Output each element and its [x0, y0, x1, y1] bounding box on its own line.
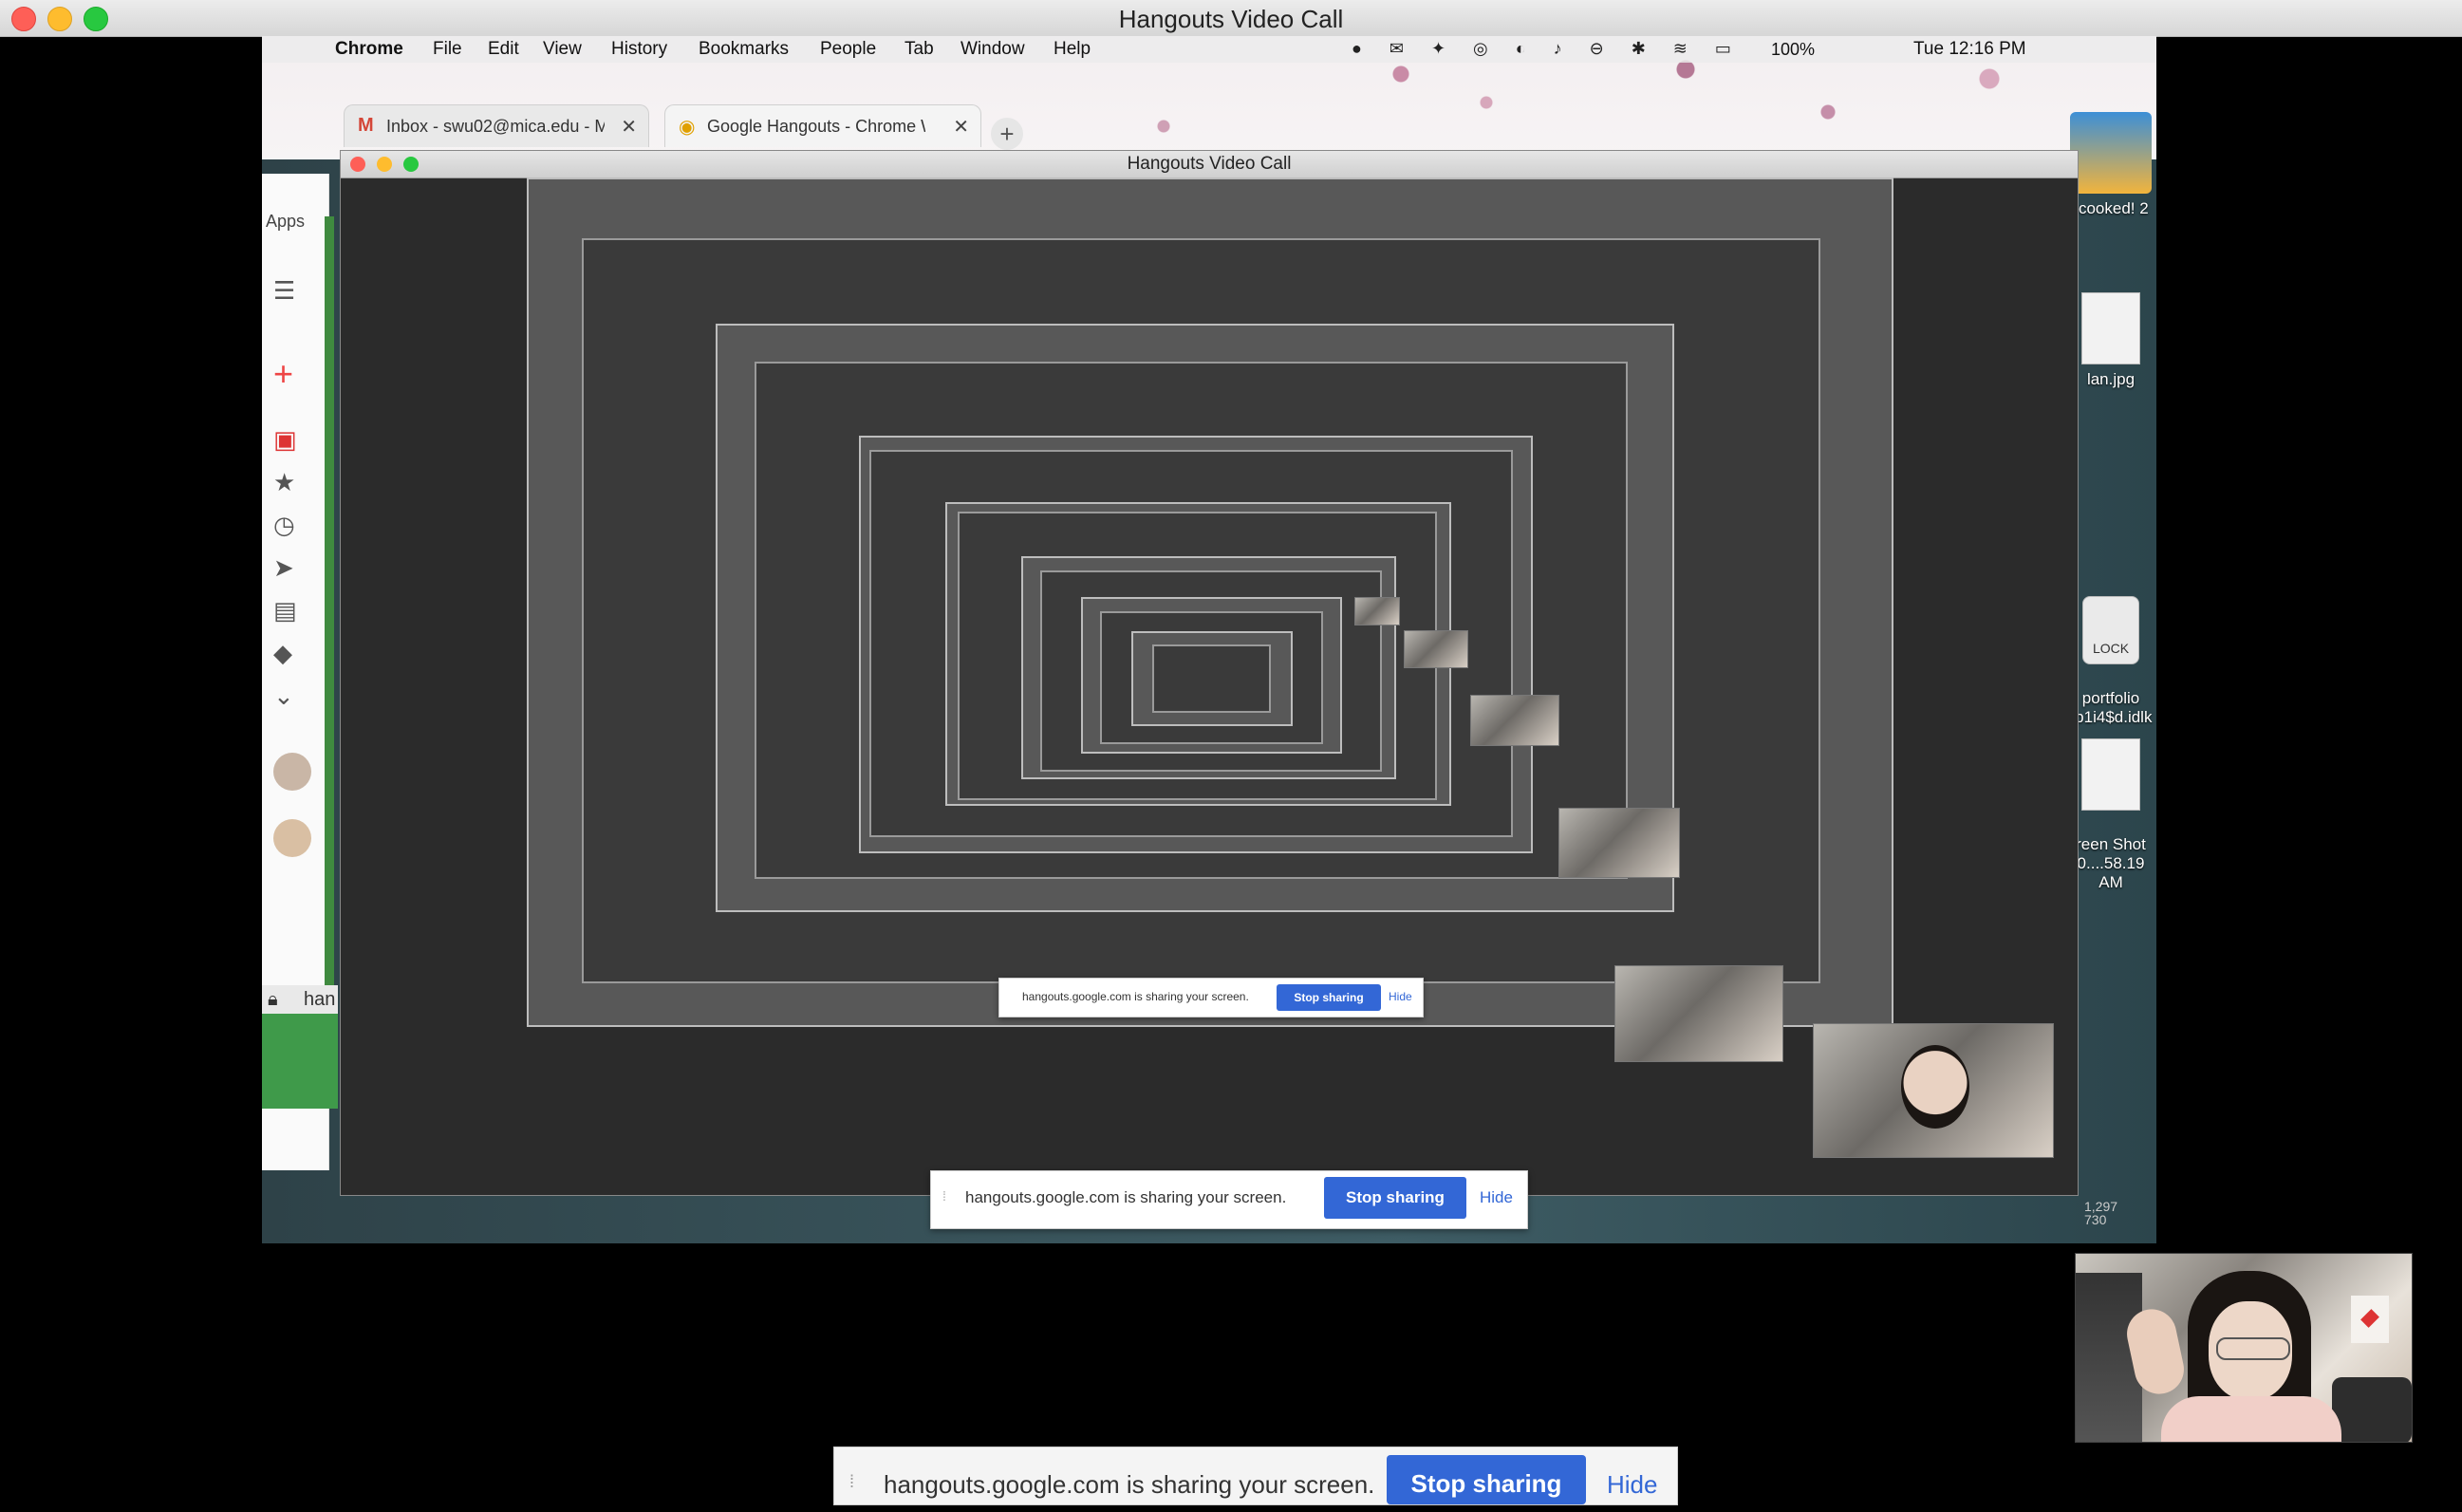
screenshot-file-icon — [2081, 738, 2140, 811]
stop-sharing-button[interactable]: Stop sharing — [1277, 984, 1381, 1011]
desktop-item-screenshot[interactable]: reen Shot 0....58.19 AM — [2065, 719, 2156, 892]
battery-percentage: 100% — [1771, 40, 1816, 59]
close-icon[interactable]: ✕ — [621, 115, 637, 139]
tab-google-hangouts[interactable]: ◉ Google Hangouts - Chrome W ✕ — [664, 104, 981, 147]
label-icon[interactable]: ◆ — [273, 639, 292, 668]
menu-help[interactable]: Help — [1054, 39, 1091, 60]
chrome-icon: ◉ — [679, 117, 696, 138]
inner-hangouts-window: Hangouts Video Call hangouts.google.com … — [340, 150, 2079, 1196]
avatar[interactable] — [273, 819, 311, 857]
new-tab-button[interactable]: + — [991, 118, 1023, 150]
inner-titlebar: Hangouts Video Call — [341, 151, 2078, 178]
close-icon[interactable]: ✕ — [953, 115, 969, 139]
inner-window-title: Hangouts Video Call — [1127, 154, 1292, 174]
clock-icon[interactable]: ◷ — [273, 511, 295, 540]
menu-file[interactable]: File — [433, 39, 462, 60]
self-view-video[interactable] — [2075, 1253, 2413, 1443]
chevron-down-icon[interactable]: ⌄ — [273, 681, 294, 711]
gmail-green-footer — [262, 1014, 338, 1109]
avatar[interactable] — [273, 753, 311, 791]
inbox-icon[interactable]: ▣ — [273, 425, 297, 455]
send-icon[interactable]: ➤ — [273, 553, 294, 583]
recursive-screen-frame — [1152, 644, 1271, 713]
menu-view[interactable]: View — [543, 39, 582, 60]
menu-tab[interactable]: Tab — [905, 39, 934, 60]
stop-sharing-button[interactable]: Stop sharing — [1387, 1455, 1586, 1504]
desktop-item-game[interactable]: rcooked! 2 — [2065, 112, 2156, 218]
lock-icon: LOCK — [2082, 596, 2139, 664]
desktop-item-image[interactable]: lan.jpg — [2065, 292, 2156, 389]
hide-button[interactable]: Hide — [1607, 1470, 1657, 1500]
shared-screen-view: Chrome File Edit View History Bookmarks … — [262, 36, 2156, 1243]
menu-history[interactable]: History — [611, 39, 667, 60]
menu-people[interactable]: People — [820, 39, 876, 60]
star-icon[interactable]: ★ — [273, 468, 295, 497]
tab-inbox[interactable]: M Inbox - swu02@mica.edu - Ma ✕ — [344, 104, 649, 147]
menu-app-name[interactable]: Chrome — [335, 39, 403, 60]
desktop-item-portfolio[interactable]: LOCK portfolio -p1i4$d.idlk — [2065, 577, 2156, 727]
menu-icon[interactable]: ☰ — [273, 276, 295, 306]
participant-face — [1901, 1045, 1969, 1129]
resolution-label: 1,297 730 — [2084, 1199, 2118, 1227]
apps-link[interactable]: Apps — [266, 212, 305, 232]
browser-tab-strip: M Inbox - swu02@mica.edu - Ma ✕ ◉ Google… — [262, 101, 2156, 150]
stop-sharing-button[interactable]: Stop sharing — [1324, 1177, 1466, 1219]
participant-glasses — [2216, 1337, 2290, 1360]
nested-video-thumbnail — [1470, 695, 1559, 746]
window-title: Hangouts Video Call — [1118, 5, 1344, 33]
compose-icon[interactable]: + — [273, 354, 293, 394]
status-icons: ● ✉ ✦ ◎ ◐ ♪ ⊖ ✱ ≋ ▭ — [1352, 39, 1743, 58]
nested-video-thumbnail — [1614, 965, 1783, 1062]
background-chair — [2332, 1377, 2412, 1442]
participant-shirt — [2161, 1396, 2341, 1442]
window-titlebar: Hangouts Video Call — [0, 0, 2462, 37]
mac-menubar: Chrome File Edit View History Bookmarks … — [262, 36, 2156, 63]
hide-button[interactable]: Hide — [1389, 990, 1412, 1003]
drag-handle-icon[interactable]: ⁞ — [942, 1188, 946, 1204]
gmail-green-strip — [325, 216, 334, 1109]
menu-window[interactable]: Window — [961, 39, 1025, 60]
desktop-icons: rcooked! 2 lan.jpg LOCK portfolio -p1i4$… — [2065, 112, 2156, 966]
address-bar-fragment: 🔒︎ han — [262, 985, 338, 1014]
bottom-screen-share-bar: ⁞ hangouts.google.com is sharing your sc… — [833, 1447, 1678, 1505]
background-poster — [2351, 1296, 2389, 1343]
menu-edit[interactable]: Edit — [488, 39, 519, 60]
lock-icon: 🔒︎ — [268, 989, 278, 1010]
menubar-clock[interactable]: Tue 12:16 PM — [1913, 39, 2026, 60]
nested-video-thumbnail — [1558, 808, 1680, 878]
drag-handle-icon[interactable]: ⁞ — [849, 1472, 854, 1492]
file-icon[interactable]: ▤ — [273, 596, 297, 625]
inner-video-pip — [1813, 1023, 2054, 1158]
gmail-icon: M — [358, 115, 374, 136]
game-icon — [2070, 112, 2152, 194]
menu-bookmarks[interactable]: Bookmarks — [699, 39, 789, 60]
nested-share-bar: hangouts.google.com is sharing your scre… — [998, 978, 1424, 1017]
hide-button[interactable]: Hide — [1480, 1188, 1513, 1207]
nested-video-thumbnail — [1354, 597, 1400, 625]
screen-share-bar: ⁞ hangouts.google.com is sharing your sc… — [930, 1170, 1528, 1229]
image-file-icon — [2081, 292, 2140, 364]
nested-video-thumbnail — [1404, 630, 1468, 668]
